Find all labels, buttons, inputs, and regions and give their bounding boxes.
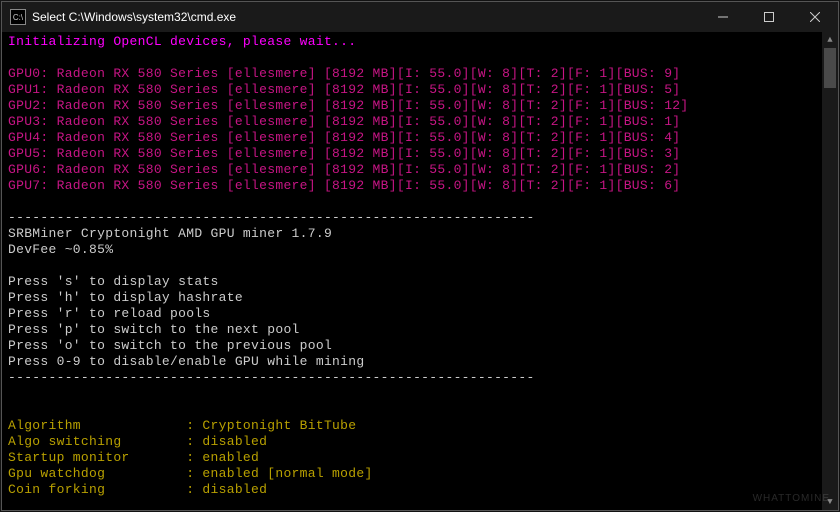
app-icon: C:\ — [10, 9, 26, 25]
setting-line: Algo switching : disabled — [8, 434, 267, 449]
titlebar[interactable]: C:\ Select C:\Windows\system32\cmd.exe — [2, 2, 838, 32]
maximize-icon — [764, 12, 774, 22]
setting-line: Coin forking : disabled — [8, 482, 267, 497]
setting-line: Gpu watchdog : enabled [normal mode] — [8, 466, 373, 481]
window-title: Select C:\Windows\system32\cmd.exe — [32, 10, 700, 24]
gpu-line: GPU5: Radeon RX 580 Series [ellesmere] [… — [8, 146, 680, 161]
content-area: Initializing OpenCL devices, please wait… — [2, 32, 838, 510]
gpu-line: GPU1: Radeon RX 580 Series [ellesmere] [… — [8, 82, 680, 97]
close-button[interactable] — [792, 2, 838, 32]
minimize-button[interactable] — [700, 2, 746, 32]
gpu-line: GPU4: Radeon RX 580 Series [ellesmere] [… — [8, 130, 680, 145]
setting-line: Algorithm : Cryptonight BitTube — [8, 418, 356, 433]
gpu-line: GPU2: Radeon RX 580 Series [ellesmere] [… — [8, 98, 689, 113]
close-icon — [810, 12, 820, 22]
scrollbar-thumb[interactable] — [824, 48, 836, 88]
maximize-button[interactable] — [746, 2, 792, 32]
gpu-line: GPU3: Radeon RX 580 Series [ellesmere] [… — [8, 114, 680, 129]
terminal-output[interactable]: Initializing OpenCL devices, please wait… — [2, 32, 822, 510]
watermark: WHATTOMINE — [753, 493, 830, 504]
scroll-up-arrow-icon[interactable]: ▲ — [822, 32, 838, 48]
setting-line: Startup monitor : enabled — [8, 450, 259, 465]
gpu-line: GPU0: Radeon RX 580 Series [ellesmere] [… — [8, 66, 680, 81]
cmd-window: C:\ Select C:\Windows\system32\cmd.exe I… — [1, 1, 839, 511]
minimize-icon — [718, 12, 728, 22]
gpu-line: GPU7: Radeon RX 580 Series [ellesmere] [… — [8, 178, 680, 193]
window-controls — [700, 2, 838, 32]
vertical-scrollbar[interactable]: ▲ ▼ — [822, 32, 838, 510]
scrollbar-track[interactable] — [822, 48, 838, 494]
gpu-line: GPU6: Radeon RX 580 Series [ellesmere] [… — [8, 162, 680, 177]
